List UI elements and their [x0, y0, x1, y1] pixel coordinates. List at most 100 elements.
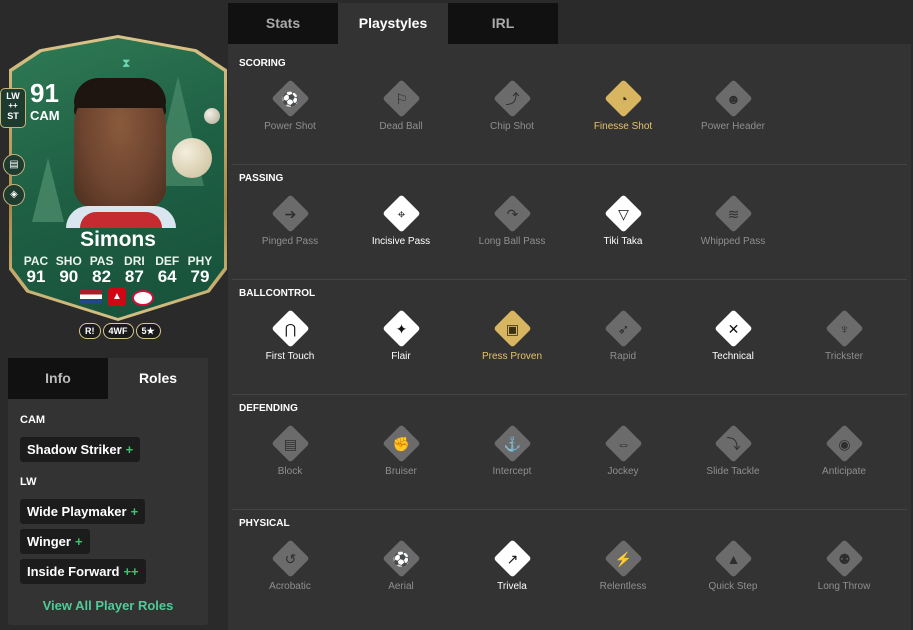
playstyle-label: Block — [277, 466, 303, 477]
first-touch-icon: ⋂ — [270, 309, 310, 348]
stat-label: DRI — [124, 254, 145, 268]
press-proven-icon: ▣ — [492, 309, 532, 348]
playstyle-icon-wrap: ➔ — [235, 194, 345, 234]
playstyle-icon-wrap: ✕ — [678, 309, 788, 349]
playstyle-label: Finesse Shot — [593, 121, 653, 132]
playstyle-icon-wrap: ≋ — [678, 194, 788, 234]
playstyle-tiki-taka[interactable]: ▽ Tiki Taka — [568, 194, 678, 247]
playstyle-finesse-shot[interactable]: ◔ Finesse Shot — [568, 79, 678, 132]
tab-stats[interactable]: Stats — [228, 3, 338, 44]
playstyle-glyph: ◉ — [837, 435, 851, 452]
role-pill[interactable]: Wide Playmaker + — [20, 499, 146, 524]
finesse-shot-icon: ◔ — [603, 79, 643, 118]
stat-value: 90 — [59, 267, 79, 286]
playstyle-flair[interactable]: ✦ Flair — [346, 309, 456, 362]
playstyle-first-touch[interactable]: ⋂ First Touch — [235, 309, 345, 362]
playstyle-quick-step[interactable]: ▲ Quick Step — [678, 539, 788, 592]
player-hair-top — [74, 78, 166, 108]
playstyle-label: Press Proven — [481, 351, 543, 362]
playstyle-label: Trickster — [825, 351, 863, 362]
playstyle-label: Quick Step — [708, 581, 758, 592]
playstyle-glyph: ⤴ — [505, 90, 519, 107]
role-group-heading: LW — [20, 476, 37, 488]
playstyle-relentless[interactable]: ⚡ Relentless — [568, 539, 678, 592]
playstyle-trickster[interactable]: ♆ Trickster — [789, 309, 899, 362]
role-pill[interactable]: Winger + — [20, 529, 90, 554]
player-card[interactable]: ⧗ 91 CAM LW ++ ST ▤ ◈ Simons PAC SHO PAS… — [0, 35, 232, 344]
role-name: Inside Forward — [27, 564, 120, 579]
playstyle-jockey[interactable]: ⇔ Jockey — [568, 424, 678, 477]
playstyle-icon-wrap: ⚐ — [346, 79, 456, 119]
playstyle-icon-wrap: ⋂ — [235, 309, 345, 349]
playstyle-glyph: ↗ — [506, 550, 518, 567]
role-name: Winger — [27, 534, 71, 549]
playstyle-rapid[interactable]: ➶ Rapid — [568, 309, 678, 362]
playstyle-icon-wrap: ✦ — [346, 309, 456, 349]
playstyle-whipped-pass[interactable]: ≋ Whipped Pass — [678, 194, 788, 247]
role-plus-badge: ++ — [123, 564, 139, 579]
playstyle-icon-wrap: ↗ — [457, 539, 567, 579]
playstyle-pinged-pass[interactable]: ➔ Pinged Pass — [235, 194, 345, 247]
playstyle-glyph: ⤵ — [726, 435, 740, 452]
playstyle-label: Anticipate — [822, 466, 866, 477]
tab-irl[interactable]: IRL — [448, 3, 558, 44]
alt-position-lw: LW — [6, 91, 20, 101]
playstyle-label: Rapid — [609, 351, 637, 362]
playstyle-power-shot[interactable]: ⚽ Power Shot — [235, 79, 345, 132]
tab-roles[interactable]: Roles — [108, 358, 208, 399]
playstyle-intercept[interactable]: ⚓ Intercept — [457, 424, 567, 477]
role-name: Shadow Striker — [27, 442, 122, 457]
playstyle-glyph: ⇔ — [616, 435, 630, 452]
playstyle-label: Flair — [391, 351, 411, 362]
power-shot-icon: ⚽ — [270, 79, 310, 118]
section-divider — [232, 509, 907, 510]
role-pill[interactable]: Shadow Striker + — [20, 437, 141, 462]
view-all-roles-link[interactable]: View All Player Roles — [8, 598, 208, 613]
playstyle-chip-shot[interactable]: ⤴ Chip Shot — [457, 79, 567, 132]
quick-step-icon: ▲ — [713, 539, 753, 578]
playstyle-label: Relentless — [599, 581, 647, 592]
skill-moves-chip: 5★ — [135, 323, 161, 339]
card-player-name: Simons — [80, 228, 156, 251]
roles-icon: ▤ — [3, 154, 25, 176]
playstyle-icon-wrap: ⤴ — [457, 79, 567, 119]
playstyle-icon-wrap: ▣ — [457, 309, 567, 349]
playstyle-label: Long Throw — [817, 581, 871, 592]
weak-foot-chip: 4WF — [102, 323, 134, 339]
stat-value: 79 — [190, 267, 210, 286]
playstyle-bruiser[interactable]: ✊ Bruiser — [346, 424, 456, 477]
tab-info[interactable]: Info — [8, 358, 108, 399]
tab-playstyles[interactable]: Playstyles — [338, 3, 448, 44]
playstyle-glyph: ⚡ — [614, 550, 632, 567]
playstyle-glyph: ➔ — [284, 205, 296, 222]
card-stat-labels: PAC SHO PAS DRI DEF PHY — [20, 254, 216, 268]
section-divider — [232, 279, 907, 280]
stat-value: 87 — [124, 267, 144, 286]
stat-label: DEF — [155, 254, 180, 268]
playstyles-panel: SCORING ⚽ Power Shot ⚐ Dead Ball ⤴ Chip Shot ◔ F… — [228, 44, 911, 630]
playstyle-dead-ball[interactable]: ⚐ Dead Ball — [346, 79, 456, 132]
playstyle-glyph: ↺ — [284, 550, 296, 567]
playstyle-trivela[interactable]: ↗ Trivela — [457, 539, 567, 592]
playstyle-long-ball-pass[interactable]: ↷ Long Ball Pass — [457, 194, 567, 247]
role-plus-badge: + — [130, 504, 139, 519]
playstyle-slide-tackle[interactable]: ⤵ Slide Tackle — [678, 424, 788, 477]
power-header-icon: ☻ — [713, 79, 753, 118]
incisive-pass-icon: ⌖ — [381, 194, 421, 233]
playstyle-long-throw[interactable]: ⚉ Long Throw — [789, 539, 899, 592]
card-chips: R! 4WF 5★ — [79, 323, 161, 339]
playstyle-icon-wrap: ✊ — [346, 424, 456, 464]
playstyle-aerial[interactable]: ⚽ Aerial — [346, 539, 456, 592]
playstyle-acrobatic[interactable]: ↺ Acrobatic — [235, 539, 345, 592]
card-rating: 91 — [30, 78, 59, 108]
playstyle-label: Whipped Pass — [700, 236, 766, 247]
playstyle-press-proven[interactable]: ▣ Press Proven — [457, 309, 567, 362]
playstyle-incisive-pass[interactable]: ⌖ Incisive Pass — [346, 194, 456, 247]
intercept-icon: ⚓ — [492, 424, 532, 463]
playstyle-technical[interactable]: ✕ Technical — [678, 309, 788, 362]
playstyle-anticipate[interactable]: ◉ Anticipate — [789, 424, 899, 477]
playstyle-glyph: ✕ — [727, 320, 739, 337]
playstyle-block[interactable]: ▤ Block — [235, 424, 345, 477]
playstyle-power-header[interactable]: ☻ Power Header — [678, 79, 788, 132]
role-pill[interactable]: Inside Forward ++ — [20, 559, 146, 584]
